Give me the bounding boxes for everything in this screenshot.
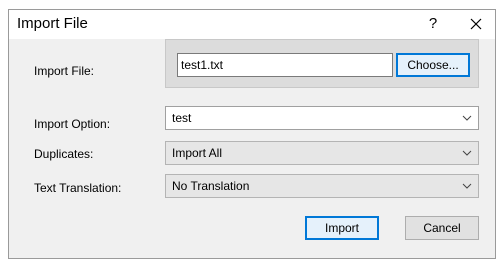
import-file-input[interactable] — [177, 53, 393, 77]
cancel-button[interactable]: Cancel — [405, 216, 479, 240]
duplicates-select[interactable]: Import All — [165, 141, 479, 165]
close-icon — [470, 18, 482, 30]
duplicates-value: Import All — [172, 146, 223, 160]
help-button[interactable]: ? — [421, 13, 445, 35]
import-option-label: Import Option: — [34, 117, 111, 131]
text-translation-label: Text Translation: — [34, 181, 122, 195]
text-translation-value: No Translation — [172, 179, 250, 193]
choose-button[interactable]: Choose... — [396, 53, 470, 77]
chevron-down-icon — [462, 150, 472, 156]
duplicates-label: Duplicates: — [34, 147, 94, 161]
import-option-select[interactable]: test — [165, 106, 479, 130]
import-option-value: test — [172, 111, 192, 125]
close-button[interactable] — [463, 12, 489, 36]
text-translation-select[interactable]: No Translation — [165, 174, 479, 198]
dialog-title: Import File — [17, 15, 88, 32]
title-bar: Import File ? — [9, 10, 495, 39]
chevron-down-icon — [462, 183, 472, 189]
chevron-down-icon — [462, 115, 472, 121]
import-file-label: Import File: — [34, 64, 95, 78]
import-button[interactable]: Import — [305, 216, 379, 240]
